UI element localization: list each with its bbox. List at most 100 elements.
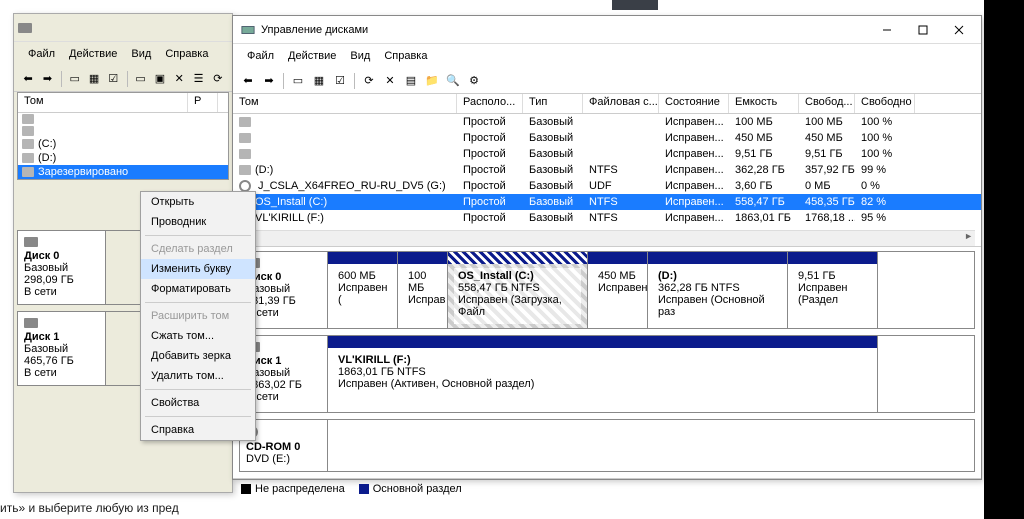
properties-icon[interactable]: ▤ <box>402 72 420 90</box>
context-menu-item[interactable]: Удалить том... <box>141 366 255 386</box>
menu-help[interactable]: Справка <box>378 48 433 64</box>
cell-cap: 450 МБ <box>729 132 799 144</box>
volume-row[interactable]: VL'KIRILL (F:) Простой Базовый NTFS Испр… <box>233 210 981 226</box>
bg-volume-row[interactable]: (D:) <box>18 151 228 165</box>
cell-cap: 3,60 ГБ <box>729 180 799 192</box>
column-header[interactable]: Свободно <box>855 94 915 113</box>
tb-check-icon[interactable]: ☑ <box>331 72 349 90</box>
cell-type: Базовый <box>523 212 583 224</box>
nav-fwd-icon[interactable]: ➡ <box>39 70 55 88</box>
partition-block[interactable]: 450 МБИсправен <box>588 252 648 328</box>
menu-action[interactable]: Действие <box>282 48 342 64</box>
column-header[interactable]: Файловая с... <box>583 94 659 113</box>
volume-icon <box>239 133 251 143</box>
context-menu-item: Сделать раздел <box>141 239 255 259</box>
volume-row[interactable]: (D:) Простой Базовый NTFS Исправен... 36… <box>233 162 981 178</box>
bg-volume-row[interactable] <box>18 125 228 137</box>
legend-primary-swatch <box>359 484 369 494</box>
tb-icon[interactable]: ▭ <box>132 70 148 88</box>
bg-volume-row[interactable]: Зарезервировано <box>18 165 228 179</box>
volume-row[interactable]: J_CSLA_X64FREO_RU-RU_DV5 (G:) Простой Ба… <box>233 178 981 194</box>
volume-icon <box>22 139 34 149</box>
tb-icon[interactable]: ✕ <box>171 70 187 88</box>
app-icon <box>241 23 255 37</box>
context-menu-item[interactable]: Проводник <box>141 212 255 232</box>
nav-back-icon[interactable]: ⬅ <box>20 70 36 88</box>
volume-row[interactable]: Простой Базовый Исправен... 9,51 ГБ 9,51… <box>233 146 981 162</box>
context-menu-item[interactable]: Открыть <box>141 192 255 212</box>
nav-fwd-icon[interactable]: ➡ <box>260 72 278 90</box>
volume-row[interactable]: Простой Базовый Исправен... 450 МБ 450 М… <box>233 130 981 146</box>
column-header[interactable]: Свобод... <box>799 94 855 113</box>
context-menu-item[interactable]: Изменить букву <box>141 259 255 279</box>
context-menu-item[interactable]: Свойства <box>141 393 255 413</box>
tb-icon[interactable]: ⟳ <box>210 70 226 88</box>
maximize-button[interactable] <box>905 17 941 43</box>
horizontal-scrollbar[interactable] <box>239 230 975 246</box>
tb-icon[interactable]: ▣ <box>152 70 168 88</box>
search-icon[interactable]: 🔍 <box>444 72 462 90</box>
partition-block[interactable]: (D:)362,28 ГБ NTFSИсправен (Основной раз <box>648 252 788 328</box>
cell-cap: 9,51 ГБ <box>729 148 799 160</box>
bg-volume-row[interactable] <box>18 113 228 125</box>
partition-block[interactable]: 100 МБИсправ <box>398 252 448 328</box>
close-button[interactable] <box>941 17 977 43</box>
bg-volume-row[interactable]: (C:) <box>18 137 228 151</box>
tb-icon[interactable]: ▦ <box>86 70 102 88</box>
column-header[interactable]: Тип <box>523 94 583 113</box>
disk-label: Диск 1 Базовый465,76 ГБВ сети <box>18 312 106 385</box>
legend: Не распределена Основной раздел <box>233 478 981 499</box>
bg-col-vol[interactable]: Том <box>18 93 188 112</box>
fg-titlebar[interactable]: Управление дисками <box>233 16 981 44</box>
nav-back-icon[interactable]: ⬅ <box>239 72 257 90</box>
volume-name: J_CSLA_X64FREO_RU-RU_DV5 (G:) <box>258 180 446 192</box>
volume-name: OS_Install (C:) <box>255 196 327 208</box>
column-header[interactable]: Емкость <box>729 94 799 113</box>
volume-list[interactable]: Простой Базовый Исправен... 100 МБ 100 М… <box>233 114 981 226</box>
cell-free: 1768,18 ... <box>799 212 855 224</box>
partition-block[interactable]: 9,51 ГБИсправен (Раздел <box>788 252 878 328</box>
column-header[interactable]: Том <box>233 94 457 113</box>
partition-block[interactable]: VL'KIRILL (F:)1863,01 ГБ NTFSИсправен (А… <box>328 336 878 412</box>
folder-icon[interactable]: 📁 <box>423 72 441 90</box>
tb-icon[interactable]: ☑ <box>105 70 121 88</box>
refresh-icon[interactable]: ⟳ <box>360 72 378 90</box>
tb-icon[interactable]: ▭ <box>67 70 83 88</box>
cell-fs: NTFS <box>583 196 659 208</box>
column-header[interactable]: Состояние <box>659 94 729 113</box>
settings-icon[interactable]: ⚙ <box>465 72 483 90</box>
context-menu-item[interactable]: Сжать том... <box>141 326 255 346</box>
legend-primary-label: Основной раздел <box>373 483 462 495</box>
fg-toolbar: ⬅ ➡ ▭ ▦ ☑ ⟳ ✕ ▤ 📁 🔍 ⚙ <box>233 68 981 94</box>
menu-separator <box>145 235 251 236</box>
partition-stripe <box>328 252 397 264</box>
volume-row[interactable]: OS_Install (C:) Простой Базовый NTFS Исп… <box>233 194 981 210</box>
menu-separator <box>145 416 251 417</box>
disk-label: Диск 0 Базовый298,09 ГБВ сети <box>18 231 106 304</box>
minimize-button[interactable] <box>869 17 905 43</box>
context-menu-item[interactable]: Добавить зерка <box>141 346 255 366</box>
volume-row[interactable]: Простой Базовый Исправен... 100 МБ 100 М… <box>233 114 981 130</box>
menu-file[interactable]: Файл <box>241 48 280 64</box>
disk-row: Диск 1 Базовый1863,02 ГБВ сети VL'KIRILL… <box>239 335 975 413</box>
cell-state: Исправен... <box>659 212 729 224</box>
context-menu-item[interactable]: Справка <box>141 420 255 440</box>
delete-icon[interactable]: ✕ <box>381 72 399 90</box>
partition-block[interactable]: 600 МБИсправен ( <box>328 252 398 328</box>
column-header[interactable]: Располо... <box>457 94 523 113</box>
menu-view[interactable]: Вид <box>344 48 376 64</box>
tb-icon[interactable]: ☰ <box>190 70 206 88</box>
bg-menu-help[interactable]: Справка <box>159 46 214 62</box>
partition-info: OS_Install (C:)558,47 ГБ NTFSИсправен (З… <box>454 268 581 324</box>
top-image-fragment <box>612 0 658 10</box>
menu-separator <box>145 389 251 390</box>
tb-list-icon[interactable]: ▦ <box>310 72 328 90</box>
bg-menu-view[interactable]: Вид <box>125 46 157 62</box>
tb-view-icon[interactable]: ▭ <box>289 72 307 90</box>
bg-col-r[interactable]: Р <box>188 93 218 112</box>
partition-block[interactable]: OS_Install (C:)558,47 ГБ NTFSИсправен (З… <box>448 252 588 328</box>
bg-menu-file[interactable]: Файл <box>22 46 61 62</box>
disk-graphic-area: Диск 0 Базовый931,39 ГБВ сети 600 МБИспр… <box>233 246 981 478</box>
bg-menu-action[interactable]: Действие <box>63 46 123 62</box>
context-menu-item[interactable]: Форматировать <box>141 279 255 299</box>
